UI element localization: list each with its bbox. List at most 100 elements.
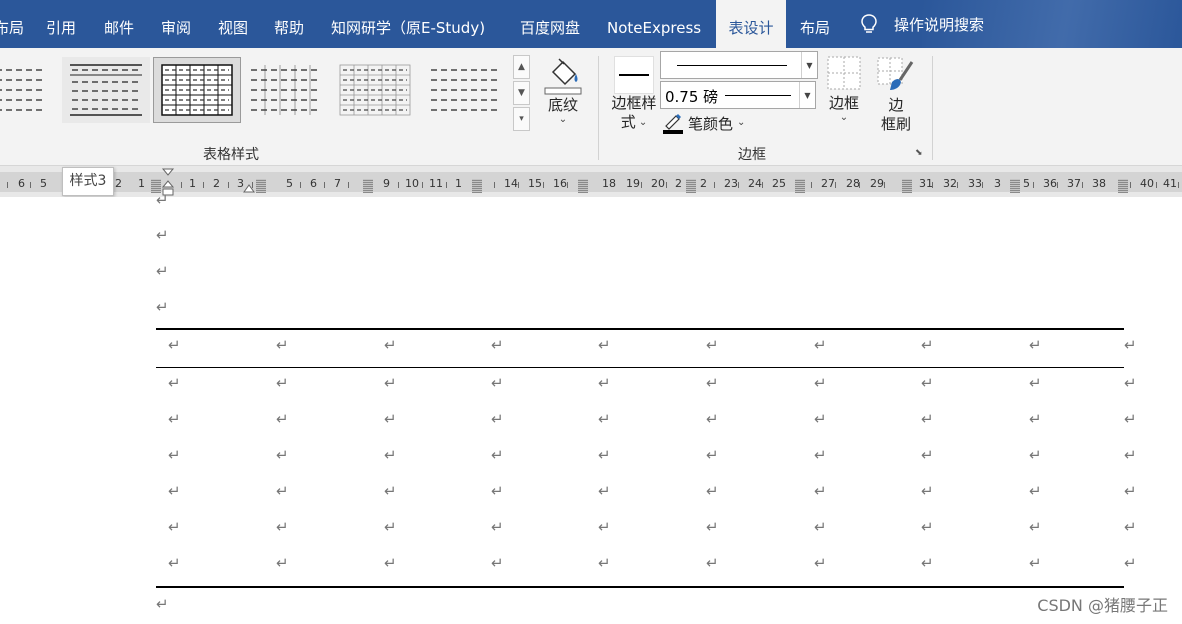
table-cell-end-mark: ↵ [814,336,827,354]
ruler-tick [181,182,182,188]
tab-mailings[interactable]: 邮件 [104,0,134,48]
table-styles-gallery: ▲ ▼ ▾ [0,53,530,135]
ruler-tick [1156,182,1157,188]
borders-button[interactable]: 边框 ⌄ [826,56,862,123]
tab-noteexpress[interactable]: NoteExpress [607,0,701,48]
gallery-more-button[interactable]: ▾ [513,107,530,131]
column-marker[interactable] [256,179,266,193]
ruler-number: 2 [700,177,707,190]
ruler-number: 11 [429,177,443,190]
style-tooltip: 样式3 [62,167,114,196]
tab-help[interactable]: 帮助 [274,0,304,48]
gallery-scroll-up-button[interactable]: ▲ [513,55,530,79]
table-cell-end-mark: ↵ [921,374,934,392]
paragraph-mark: ↵ [156,595,169,613]
table-cell-end-mark: ↵ [276,518,289,536]
table-cell-end-mark: ↵ [1124,336,1137,354]
column-marker[interactable] [363,179,373,193]
table-style-6[interactable] [421,57,509,123]
horizontal-ruler[interactable]: 6 5 2 1 1 2 3 5 6 7 9 10 11 1 14 15 16 18 19 20 2 2 23 24 25 27 28… [0,166,1182,197]
table-cell-end-mark: ↵ [814,554,827,572]
borders-dialog-launcher[interactable]: ⬊ [915,148,926,159]
tab-baidu-netdisk[interactable]: 百度网盘 [520,0,580,48]
column-marker[interactable] [578,179,588,193]
table-cell-end-mark: ↵ [921,446,934,464]
column-marker[interactable] [1010,179,1020,193]
table-cell-end-mark: ↵ [1029,554,1042,572]
border-painter-icon [877,57,914,90]
table-style-2[interactable] [62,57,150,123]
tab-table-layout[interactable]: 布局 [800,0,830,48]
table-style-5[interactable] [331,57,419,123]
table-cell-end-mark: ↵ [168,446,181,464]
table-cell-end-mark: ↵ [598,482,611,500]
table-style-preview [0,69,44,111]
column-marker[interactable] [472,179,482,193]
ruler-tick [518,182,519,188]
shading-button[interactable]: 底纹 ⌄ [541,56,585,125]
ruler-number: 18 [602,177,616,190]
table-cell-end-mark: ↵ [706,446,719,464]
tab-review[interactable]: 审阅 [161,0,191,48]
chevron-down-icon: ⌄ [839,112,849,123]
table-cell-end-mark: ↵ [168,336,181,354]
group-separator [932,56,933,160]
ruler-tick [932,182,933,188]
tab-cnki[interactable]: 知网研学（原E-Study) [331,0,485,48]
column-marker[interactable] [902,179,912,193]
right-indent-marker[interactable] [243,182,255,194]
table-cell-end-mark: ↵ [706,374,719,392]
paragraph-mark: ↵ [156,226,169,244]
ruler-number: 41 [1163,177,1177,190]
table-style-3[interactable] [153,57,241,123]
tab-table-design[interactable]: 表设计 [716,0,786,48]
ruler-number: 15 [528,177,542,190]
tell-me-label: 操作说明搜索 [894,15,985,34]
table-style-4[interactable] [241,57,329,123]
border-styles-button[interactable]: 边框样 式 ⌄ [610,56,658,132]
ruler-number: 36 [1043,177,1057,190]
table-cell-end-mark: ↵ [921,410,934,428]
chevron-down-icon: ⌄ [558,114,568,125]
table-cell-end-mark: ↵ [921,554,934,572]
ruler-tick [641,182,642,188]
table-cell-end-mark: ↵ [1124,446,1137,464]
table-header-border [156,367,1124,368]
table-cell-end-mark: ↵ [491,446,504,464]
table-cell-end-mark: ↵ [168,518,181,536]
table-cell-end-mark: ↵ [814,518,827,536]
ruler-tick [398,182,399,188]
document-canvas[interactable]: ↵ ↵ ↵ ↵ ↵ ↵ ↵ ↵ ↵ ↵ ↵ ↵ ↵ ↵ ↵ ↵ ↵ ↵ ↵ ↵ ↵ ↵ ↵ ↵ ↵ ↵ ↵ ↵ ↵ ↵ ↵ ↵ ↵ ↵ ↵ ↵ ↵ ↵ ↵ ↵… [0,192,1182,624]
paragraph-mark: ↵ [156,298,169,316]
tell-me-search[interactable]: 操作说明搜索 [858,0,984,48]
table-cell-end-mark: ↵ [1029,446,1042,464]
table-cell-end-mark: ↵ [814,482,827,500]
ruler-tick [1057,182,1058,188]
column-marker[interactable] [1118,179,1128,193]
column-marker[interactable] [686,179,696,193]
dropdown-arrow-icon: ▼ [801,52,817,78]
table-cell-end-mark: ↵ [384,554,397,572]
gallery-scroll-down-button[interactable]: ▼ [513,81,530,105]
table-style-1[interactable] [0,57,54,123]
tab-references[interactable]: 引用 [46,0,76,48]
tab-view[interactable]: 视图 [218,0,248,48]
column-marker[interactable] [795,179,805,193]
table-cell-end-mark: ↵ [491,374,504,392]
table-style-preview [251,65,319,115]
table-cell-end-mark: ↵ [598,336,611,354]
pen-color-button[interactable]: 笔颜色 ⌄ [662,112,745,134]
table-cell-end-mark: ↵ [598,410,611,428]
table-styles-group-label: 表格样式 [203,147,259,163]
line-weight-dropdown[interactable]: 0.75 磅 ▼ [660,81,816,109]
ruler-number: 19 [626,177,640,190]
line-style-dropdown[interactable]: ▼ [660,51,818,79]
ruler-tick [446,182,447,188]
ruler-number: 33 [968,177,982,190]
ruler-number: 29 [870,177,884,190]
border-painter-label-2: 框刷 [880,115,911,133]
border-painter-button[interactable]: 边 框刷 [876,56,916,134]
tab-layout-left[interactable]: 布局 [0,0,24,48]
ruler-number: 2 [675,177,682,190]
ruler-number: 1 [455,177,462,190]
